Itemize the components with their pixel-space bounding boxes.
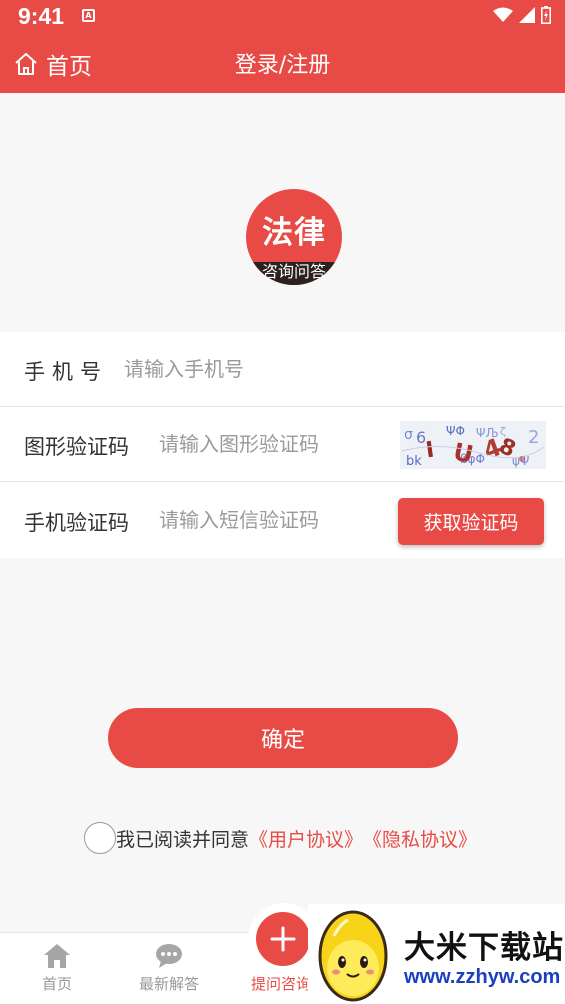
agree-checkbox[interactable] <box>84 822 116 854</box>
wifi-icon <box>493 7 513 22</box>
app-logo: 法律 咨询问答 <box>246 189 342 285</box>
svg-text:2: 2 <box>528 427 539 448</box>
confirm-button[interactable]: 确定 <box>108 708 458 768</box>
egg-mascot-icon <box>318 910 388 1002</box>
page-title: 登录/注册 <box>234 53 331 78</box>
privacy-agreement-link[interactable]: 《隐私协议》 <box>363 825 477 852</box>
plus-icon <box>270 926 296 952</box>
sms-row: 手机验证码 获取验证码 <box>0 483 565 558</box>
ask-button[interactable] <box>256 912 310 966</box>
phone-row: 手机号 <box>0 332 565 407</box>
svg-text:σ: σ <box>404 427 413 443</box>
phone-label: 手机号 <box>24 360 108 384</box>
sms-code-input[interactable] <box>159 503 389 537</box>
svg-text:bk: bk <box>406 454 422 469</box>
nav-bar: 首页 登录/注册 <box>0 34 565 93</box>
tab-latest-answers[interactable]: 最新解答 <box>114 939 224 994</box>
sms-label: 手机验证码 <box>24 511 129 535</box>
user-agreement-link[interactable]: 《用户协议》 <box>249 825 363 852</box>
tab-home[interactable]: 首页 <box>2 939 112 994</box>
login-form: 手机号 图形验证码 σ 6 ΨΦ ΨЉ ζ 2 bk ßφΦ ψΨ I U 4 … <box>0 332 565 558</box>
status-time: 9:41 <box>18 3 65 29</box>
battery-icon <box>541 6 551 24</box>
notification-icon: A <box>82 9 95 22</box>
tab-home-label: 首页 <box>41 975 72 993</box>
logo-main-text: 法律 <box>262 215 326 251</box>
watermark: 大米下载站 www.zzhyw.com <box>308 904 565 1004</box>
get-code-button[interactable]: 获取验证码 <box>398 498 544 545</box>
watermark-title: 大米下载站 <box>404 930 564 966</box>
agreement-prefix: 我已阅读并同意 <box>116 828 250 851</box>
signal-icon <box>519 7 535 23</box>
captcha-image[interactable]: σ 6 ΨΦ ΨЉ ζ 2 bk ßφΦ ψΨ I U 4 8 <box>400 421 546 469</box>
status-bar: 9:41 A <box>0 0 565 34</box>
watermark-url: www.zzhyw.com <box>404 966 561 988</box>
captcha-input[interactable] <box>159 427 389 461</box>
chat-bubble-icon <box>156 944 182 968</box>
svg-text:ΨΦ: ΨΦ <box>446 424 465 438</box>
phone-input[interactable] <box>124 352 424 386</box>
house-icon <box>44 944 70 968</box>
tab-latest-label: 最新解答 <box>138 975 199 993</box>
captcha-label: 图形验证码 <box>24 435 129 459</box>
logo-sub-text: 咨询问答 <box>261 262 326 281</box>
system-icons <box>493 6 551 24</box>
agreement-row: 我已阅读并同意 《用户协议》 《隐私协议》 <box>84 822 477 854</box>
captcha-row: 图形验证码 σ 6 ΨΦ ΨЉ ζ 2 bk ßφΦ ψΨ I U 4 8 <box>0 407 565 482</box>
